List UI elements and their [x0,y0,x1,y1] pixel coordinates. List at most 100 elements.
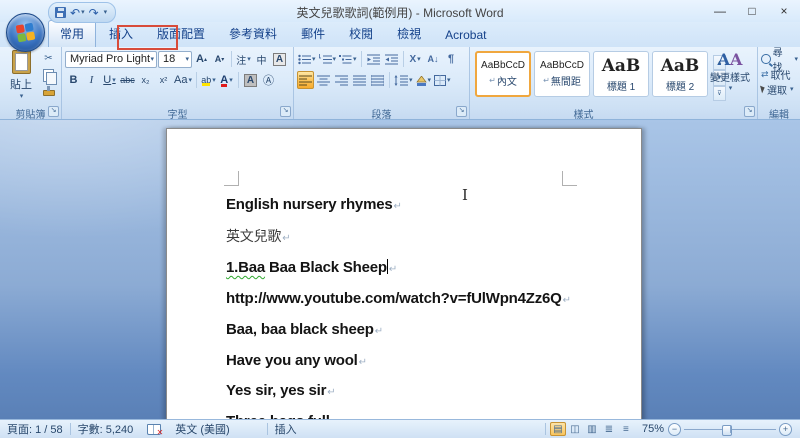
asian-layout-button[interactable]: X▾ [407,50,424,68]
underline-button[interactable]: U▾ [101,71,118,89]
zoom-track[interactable] [684,424,776,435]
justify-icon [353,75,366,86]
style-preview: AaB [602,56,641,76]
character-shading-button[interactable]: A [242,71,259,89]
zoom-slider-thumb[interactable] [722,425,732,436]
tab-references[interactable]: 參考資料 [218,21,288,47]
enclose-characters-icon: Ⓐ [263,72,274,88]
align-center-button[interactable] [315,71,332,89]
doc-line: http://www.youtube.com/watch?v=fUlWpn4Zz… [226,285,571,316]
format-painter-icon [43,90,55,96]
strikethrough-button[interactable]: abc [119,71,136,89]
close-button[interactable]: × [768,0,800,22]
clipboard-dialog-launcher[interactable]: ↘ [48,106,59,117]
zoom-level[interactable]: 75% [638,423,668,435]
decrease-indent-button[interactable] [365,50,382,68]
justify-button[interactable] [351,71,368,89]
bullets-button[interactable]: ▾ [297,50,317,68]
shrink-font-button[interactable]: A▾ [211,50,228,68]
find-button[interactable]: 尋找▾ [761,52,798,66]
redo-button[interactable]: ↷ [89,7,99,19]
increase-indent-icon [385,54,398,65]
copy-button[interactable] [41,68,56,83]
show-marks-button[interactable]: ¶ [443,50,460,68]
print-layout-view-button[interactable]: ▤ [550,422,566,436]
tab-view[interactable]: 檢視 [386,21,432,47]
fullscreen-view-button[interactable]: ◫ [567,422,583,436]
proofing-status[interactable]: ✕ [140,420,168,438]
tab-insert[interactable]: 插入 [98,21,144,47]
superscript-button[interactable]: x² [155,71,172,89]
style-preview: AaB [661,56,700,76]
tab-mailings[interactable]: 郵件 [290,21,336,47]
paste-dropdown-icon: ▾ [20,92,24,100]
paragraph-dialog-launcher[interactable]: ↘ [456,106,467,117]
align-right-button[interactable] [333,71,350,89]
style-preview: AaBbCcD [540,60,584,71]
character-border-button[interactable]: A [271,50,288,68]
tab-review[interactable]: 校閱 [338,21,384,47]
select-button[interactable]: 選取▾ [761,82,798,96]
undo-button[interactable]: ↶▾ [70,7,85,19]
styles-dialog-launcher[interactable]: ↘ [744,106,755,117]
maximize-button[interactable]: □ [736,0,768,22]
increase-indent-button[interactable] [383,50,400,68]
insert-mode-indicator[interactable]: 插入 [268,420,304,438]
subscript-button[interactable]: x₂ [137,71,154,89]
style-normal[interactable]: AaBbCcD ↵內文 [475,51,531,97]
tab-home[interactable]: 常用 [48,20,96,47]
align-left-button[interactable] [297,71,314,89]
change-styles-button[interactable]: AA 變更樣式 ▾ [709,51,751,103]
tab-acrobat[interactable]: Acrobat [434,24,497,47]
italic-button[interactable]: I [83,71,100,89]
return-icon: ↵ [543,76,550,85]
outline-view-button[interactable]: ≣ [601,422,617,436]
zoom-in-button[interactable]: + [779,423,792,436]
sort-button[interactable]: A↓ [425,50,442,68]
italic-icon: I [90,74,94,86]
font-size-combo[interactable]: 18 ▾ [158,51,192,68]
replace-button[interactable]: ⇄取代 [761,67,798,81]
multilevel-list-button[interactable]: ▾ [338,50,358,68]
tab-page-layout[interactable]: 版面配置 [146,21,216,47]
distribute-button[interactable] [369,71,386,89]
borders-button[interactable]: ▾ [433,71,452,89]
paste-button[interactable]: 貼上 ▾ [5,50,37,104]
quick-access-toolbar: ↶▾ ↷ ▾ [48,2,116,23]
qat-customize-button[interactable]: ▾ [103,9,108,16]
enclose-characters-button[interactable]: Ⓐ [260,71,277,89]
font-color-button[interactable]: A▾ [218,71,235,89]
document-text[interactable]: English nursery rhymes↵ 英文兒歌↵ 1.Baa Baa … [226,191,571,420]
word-count[interactable]: 字數: 5,240 [71,420,141,438]
format-painter-button[interactable] [41,85,56,100]
draft-view-button[interactable]: ≡ [618,422,634,436]
zoom-out-button[interactable]: − [668,423,681,436]
chinese-convert-button[interactable]: 中 [253,50,270,68]
style-heading2[interactable]: AaB 標題 2 [652,51,708,97]
document-area: English nursery rhymes↵ 英文兒歌↵ 1.Baa Baa … [0,120,800,420]
highlight-button[interactable]: ab▾ [200,71,217,89]
office-button[interactable] [6,13,45,52]
change-case-button[interactable]: Aa▾ [173,71,193,89]
style-no-spacing[interactable]: AaBbCcD ↵無間距 [534,51,590,97]
phonetic-guide-button[interactable]: 注▾ [235,50,252,68]
web-layout-view-button[interactable]: ▥ [584,422,600,436]
save-button[interactable] [55,7,66,18]
replace-label: 取代 [771,67,791,82]
cut-button[interactable]: ✂ [41,51,56,66]
grow-font-button[interactable]: A▴ [193,50,210,68]
font-dialog-launcher[interactable]: ↘ [280,106,291,117]
misspelled-text: 1.Baa [226,259,265,276]
page-indicator[interactable]: 頁面: 1 / 58 [0,420,70,438]
underline-icon: U [103,74,111,86]
line-spacing-button[interactable]: ▾ [393,71,414,89]
language-indicator[interactable]: 英文 (美國) [168,420,236,438]
bold-button[interactable]: B [65,71,82,89]
numbering-button[interactable]: ▾ [318,50,338,68]
shading-button[interactable]: ▾ [415,71,433,89]
chinese-convert-icon: 中 [257,52,267,67]
document-page[interactable]: English nursery rhymes↵ 英文兒歌↵ 1.Baa Baa … [166,128,642,420]
font-name-combo[interactable]: Myriad Pro Light ▾ [65,51,157,68]
minimize-button[interactable]: — [704,0,736,22]
style-heading1[interactable]: AaB 標題 1 [593,51,649,97]
